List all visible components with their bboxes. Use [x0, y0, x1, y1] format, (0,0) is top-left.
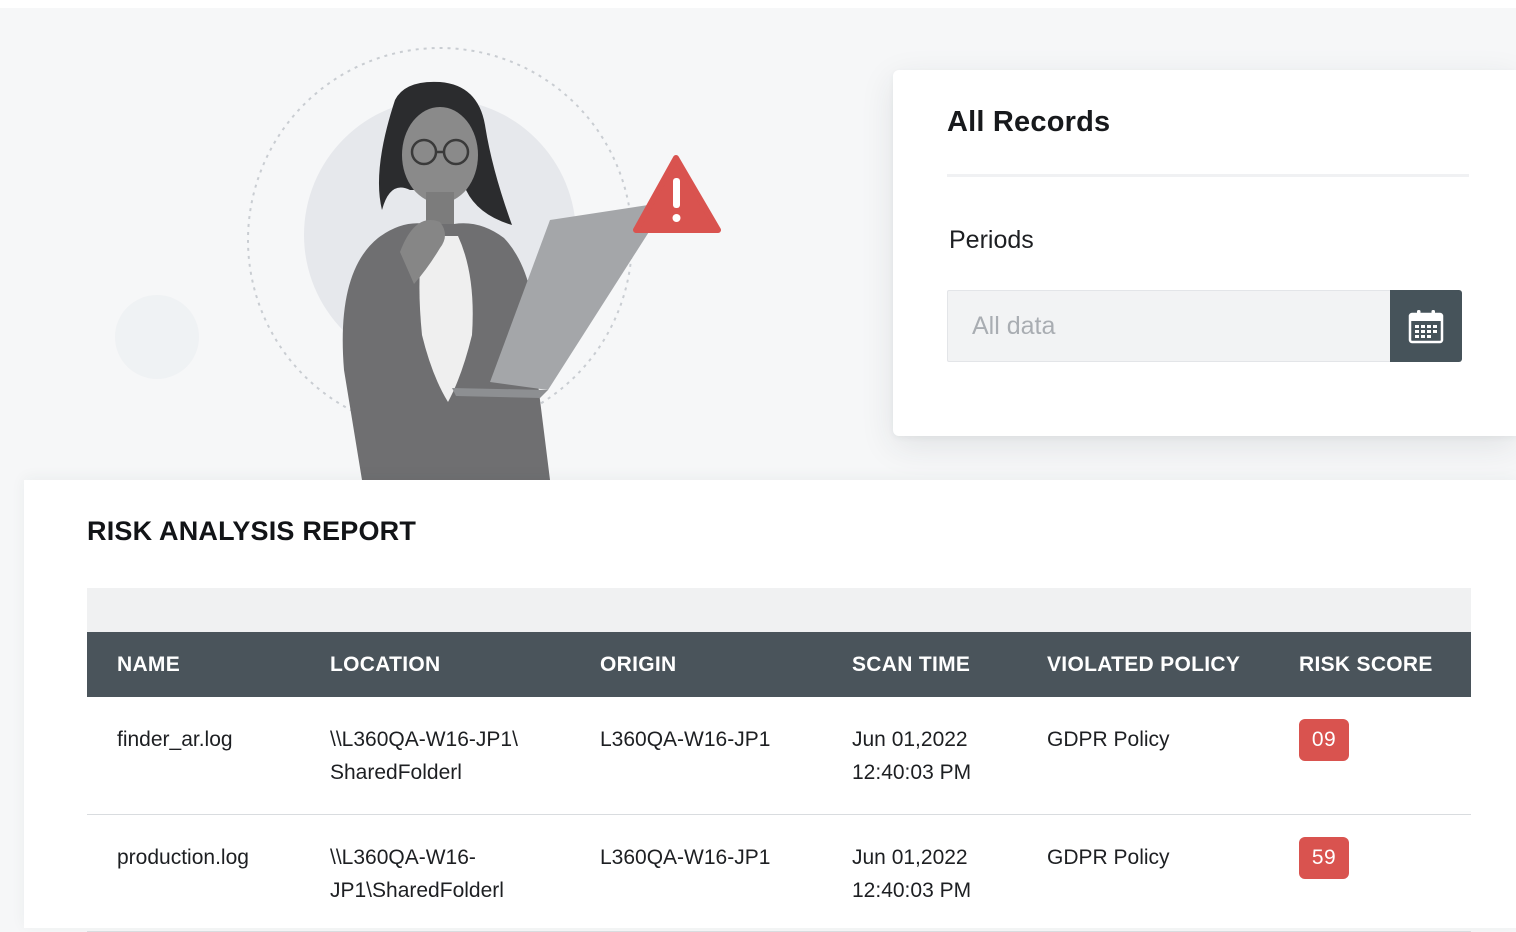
- divider: [947, 174, 1469, 177]
- cell-location: \\L360QA-W16-JP1\ SharedFolderl: [330, 728, 518, 784]
- all-records-title: All Records: [947, 106, 1111, 138]
- table-toolbar: [87, 588, 1471, 632]
- column-header-risk-score[interactable]: RISK SCORE: [1269, 632, 1471, 697]
- cell-scan-time: Jun 01,2022 12:40:03 PM: [852, 845, 972, 902]
- hero-illustration: [240, 40, 740, 480]
- period-input[interactable]: [947, 290, 1391, 362]
- warning-triangle-icon: [633, 155, 721, 233]
- cell-scan-time: Jun 01,2022 12:40:03 PM: [852, 728, 972, 784]
- risk-table: NAME LOCATION ORIGIN SCAN TIME VIOLATED …: [87, 632, 1471, 932]
- cell-violated-policy: GDPR Policy: [1047, 845, 1170, 869]
- table-row[interactable]: production.log \\L360QA-W16- JP1\SharedF…: [87, 814, 1471, 931]
- periods-label: Periods: [949, 226, 1034, 254]
- all-records-card: All Records Periods: [893, 70, 1516, 436]
- column-header-violated-policy[interactable]: VIOLATED POLICY: [1017, 632, 1269, 697]
- background-circle: [115, 295, 199, 379]
- cell-origin: L360QA-W16-JP1: [600, 728, 771, 751]
- table-header-row: NAME LOCATION ORIGIN SCAN TIME VIOLATED …: [87, 632, 1471, 697]
- risk-report-card: RISK ANALYSIS REPORT NAME LOCATION ORIGI…: [24, 480, 1516, 931]
- table-row[interactable]: finder_ar.log \\L360QA-W16-JP1\ SharedFo…: [87, 697, 1471, 814]
- cell-violated-policy: GDPR Policy: [1047, 728, 1170, 751]
- cell-risk-score: 59: [1269, 814, 1471, 931]
- calendar-button[interactable]: [1390, 290, 1462, 362]
- cell-risk-score: 09: [1269, 697, 1471, 814]
- woman-with-laptop-illustration: [247, 47, 721, 480]
- calendar-icon: [1408, 310, 1444, 344]
- report-title: RISK ANALYSIS REPORT: [87, 516, 417, 546]
- risk-score-badge: 59: [1299, 836, 1349, 879]
- cell-name: production.log: [117, 845, 249, 869]
- top-strip: [0, 0, 1516, 8]
- column-header-origin[interactable]: ORIGIN: [570, 632, 822, 697]
- cell-name: finder_ar.log: [117, 728, 233, 751]
- risk-score-badge: 09: [1299, 719, 1349, 761]
- column-header-location[interactable]: LOCATION: [300, 632, 570, 697]
- column-header-name[interactable]: NAME: [87, 632, 300, 697]
- cell-location: \\L360QA-W16- JP1\SharedFolderl: [330, 845, 504, 902]
- column-header-scan-time[interactable]: SCAN TIME: [822, 632, 1017, 697]
- cell-origin: L360QA-W16-JP1: [600, 845, 771, 869]
